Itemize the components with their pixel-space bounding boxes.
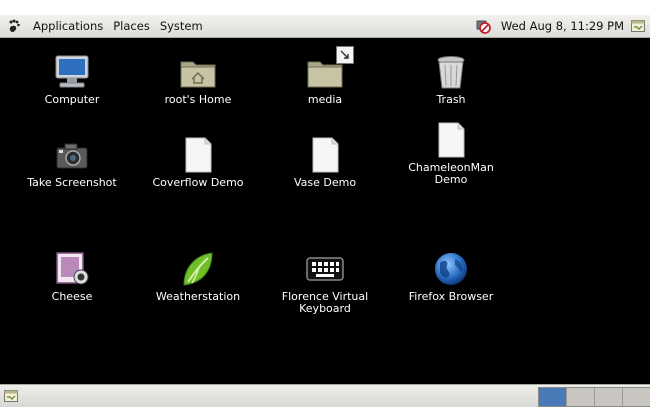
menu-places[interactable]: Places bbox=[108, 19, 155, 33]
desktop-icon-label: Weatherstation bbox=[155, 290, 241, 303]
workspace-3[interactable] bbox=[594, 388, 622, 406]
clock[interactable]: Wed Aug 8, 11:29 PM bbox=[495, 19, 630, 33]
desktop-icon-florence-keyboard[interactable]: Florence Virtual Keyboard bbox=[270, 249, 380, 315]
desktop-icon-cheese[interactable]: Cheese bbox=[17, 249, 127, 303]
desktop-icon-chameleonman-demo[interactable]: ChameleonMan Demo bbox=[396, 120, 506, 186]
gnome-foot-icon[interactable] bbox=[6, 18, 22, 34]
keyboard-icon bbox=[305, 249, 345, 289]
computer-icon bbox=[52, 52, 92, 92]
desktop-icon-trash[interactable]: Trash bbox=[396, 52, 506, 106]
desktop-icon-computer[interactable]: Computer bbox=[17, 52, 127, 106]
show-desktop-icon[interactable] bbox=[3, 388, 19, 404]
desktop-icon-weatherstation[interactable]: Weatherstation bbox=[143, 249, 253, 303]
desktop-icon-label: Cheese bbox=[51, 290, 93, 303]
desktop-icon-label: Florence Virtual Keyboard bbox=[281, 290, 369, 315]
home-folder-icon bbox=[178, 52, 218, 92]
desktop-icon-label: Trash bbox=[436, 93, 466, 106]
desktop-icon-firefox[interactable]: Firefox Browser bbox=[396, 249, 506, 303]
desktop-icon-home[interactable]: root's Home bbox=[143, 52, 253, 106]
workspace-switcher[interactable] bbox=[538, 387, 650, 407]
desktop-icon-label: Take Screenshot bbox=[27, 176, 117, 189]
top-panel: Applications Places System Wed Aug 8, 11… bbox=[0, 15, 650, 38]
top-panel-right: Wed Aug 8, 11:29 PM bbox=[475, 15, 650, 37]
camera-icon bbox=[52, 135, 92, 175]
desktop-icon-coverflow-demo[interactable]: Coverflow Demo bbox=[143, 135, 253, 189]
workspace-1[interactable] bbox=[539, 388, 566, 406]
leaf-icon bbox=[178, 249, 218, 289]
desktop-icon-label: Vase Demo bbox=[293, 176, 357, 189]
desktop-icon-take-screenshot[interactable]: Take Screenshot bbox=[17, 135, 127, 189]
desktop-icon-label: Firefox Browser bbox=[408, 290, 494, 303]
desktop-icon-label: Coverflow Demo bbox=[152, 176, 244, 189]
menu-applications[interactable]: Applications bbox=[28, 19, 108, 33]
screen: Applications Places System Wed Aug 8, 11… bbox=[0, 0, 650, 419]
network-blocked-icon[interactable] bbox=[475, 18, 491, 34]
desktop-icon-media[interactable]: media bbox=[270, 52, 380, 106]
document-icon bbox=[305, 135, 345, 175]
document-icon bbox=[431, 120, 471, 160]
desktop[interactable]: Computer root's Home media Trash Take Sc… bbox=[0, 38, 650, 384]
bottom-panel bbox=[0, 384, 650, 407]
document-icon bbox=[178, 135, 218, 175]
desktop-icon-vase-demo[interactable]: Vase Demo bbox=[270, 135, 380, 189]
tomboy-notes-icon[interactable] bbox=[630, 18, 646, 34]
desktop-icon-label: media bbox=[307, 93, 343, 106]
desktop-icon-label: Computer bbox=[44, 93, 100, 106]
workspace-2[interactable] bbox=[566, 388, 594, 406]
firefox-globe-icon bbox=[431, 249, 471, 289]
desktop-icon-label: root's Home bbox=[164, 93, 232, 106]
desktop-icon-label: ChameleonMan Demo bbox=[408, 161, 494, 186]
workspace-4[interactable] bbox=[622, 388, 650, 406]
menu-system[interactable]: System bbox=[155, 19, 208, 33]
symlink-arrow-icon bbox=[336, 46, 354, 64]
trash-icon bbox=[431, 52, 471, 92]
cheese-webcam-icon bbox=[52, 249, 92, 289]
